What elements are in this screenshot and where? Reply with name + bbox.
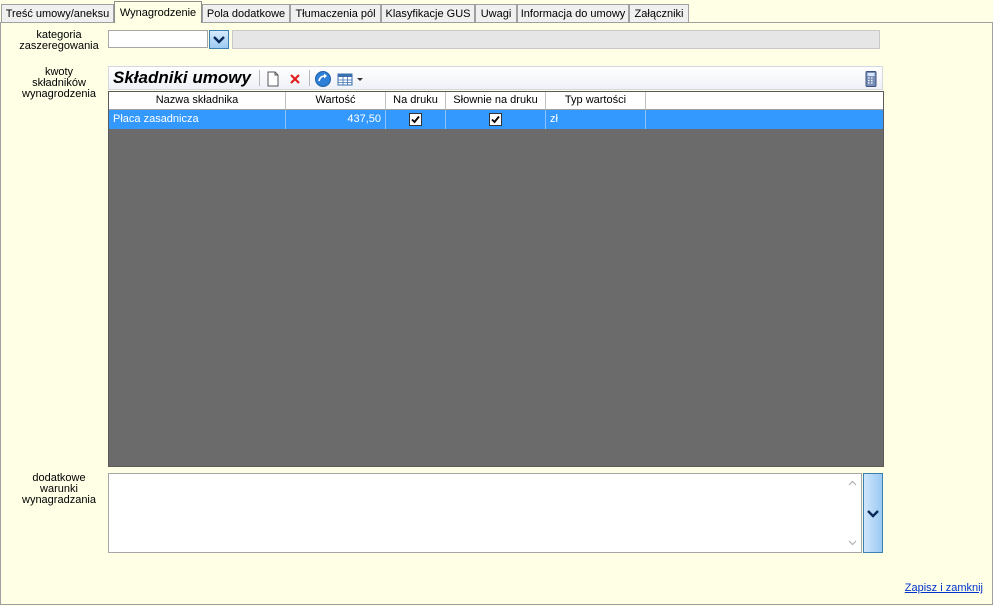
in-words-checkbox[interactable]: [489, 113, 502, 126]
grid-view-icon[interactable]: [336, 70, 354, 88]
components-label: kwoty składników wynagrodzenia: [14, 67, 104, 100]
checkmark-icon: [411, 115, 420, 124]
column-header-on-print[interactable]: Na druku: [386, 92, 446, 109]
memo-scrollbar[interactable]: [844, 474, 861, 552]
cell-value[interactable]: 437,50: [286, 110, 386, 129]
new-document-icon[interactable]: [264, 70, 282, 88]
cell-on-print: [386, 110, 446, 129]
checkmark-icon: [491, 115, 500, 124]
chevron-down-icon: [867, 510, 879, 518]
tab-remuneration[interactable]: Wynagrodzenie: [114, 1, 202, 23]
grid-header: Nazwa składnika Wartość Na druku Słownie…: [109, 92, 883, 110]
additional-terms-label: dodatkowe warunki wynagradzania: [14, 473, 104, 506]
cell-value-type[interactable]: zł: [546, 110, 646, 129]
additional-terms-textarea[interactable]: [108, 473, 862, 553]
tab-additional-fields[interactable]: Pola dodatkowe: [202, 4, 290, 22]
cell-name[interactable]: Płaca zasadnicza: [109, 110, 286, 129]
refresh-icon[interactable]: [314, 70, 332, 88]
scroll-up-icon[interactable]: [848, 480, 857, 486]
tab-contract-content[interactable]: Treść umowy/aneksu: [1, 4, 114, 22]
additional-terms-expand-button[interactable]: [863, 473, 883, 553]
column-header-value-type[interactable]: Typ wartości: [546, 92, 646, 109]
category-dropdown-button[interactable]: [209, 30, 229, 49]
components-toolbar: Składniki umowy: [108, 66, 883, 90]
table-row[interactable]: Płaca zasadnicza 437,50 zł: [109, 110, 883, 129]
cell-in-words-on-print: [446, 110, 546, 129]
components-label-line3: wynagrodzenia: [22, 88, 96, 100]
chevron-down-icon: [213, 36, 225, 44]
tab-contract-info[interactable]: Informacja do umowy: [517, 4, 629, 22]
category-description: [232, 30, 880, 49]
category-label-line2: zaszeregowania: [19, 40, 99, 52]
column-header-name[interactable]: Nazwa składnika: [109, 92, 286, 109]
save-and-close-link[interactable]: Zapisz i zamknij: [905, 582, 983, 594]
components-panel-title: Składniki umowy: [113, 68, 251, 87]
column-header-in-words[interactable]: Słownie na druku: [446, 92, 546, 109]
toolbar-separator: [259, 70, 260, 86]
tab-field-translations[interactable]: Tłumaczenia pól: [290, 4, 381, 22]
dropdown-arrow-icon[interactable]: [355, 70, 365, 88]
tab-strip: Treść umowy/aneksu Wynagrodzenie Pola do…: [0, 0, 993, 23]
column-header-value[interactable]: Wartość: [286, 92, 386, 109]
delete-icon[interactable]: [286, 70, 304, 88]
components-grid[interactable]: Nazwa składnika Wartość Na druku Słownie…: [108, 91, 884, 467]
tab-attachments[interactable]: Załączniki: [629, 4, 689, 22]
scroll-down-icon[interactable]: [848, 540, 857, 546]
on-print-checkbox[interactable]: [409, 113, 422, 126]
toolbar-separator: [309, 70, 310, 86]
category-label: kategoria zaszeregowania: [14, 30, 104, 52]
calculator-icon[interactable]: [862, 70, 880, 88]
tab-gus-classifications[interactable]: Klasyfikacje GUS: [381, 4, 475, 22]
category-input[interactable]: [108, 30, 208, 48]
additional-terms-label-line3: wynagradzania: [22, 494, 96, 506]
tab-notes[interactable]: Uwagi: [475, 4, 517, 22]
